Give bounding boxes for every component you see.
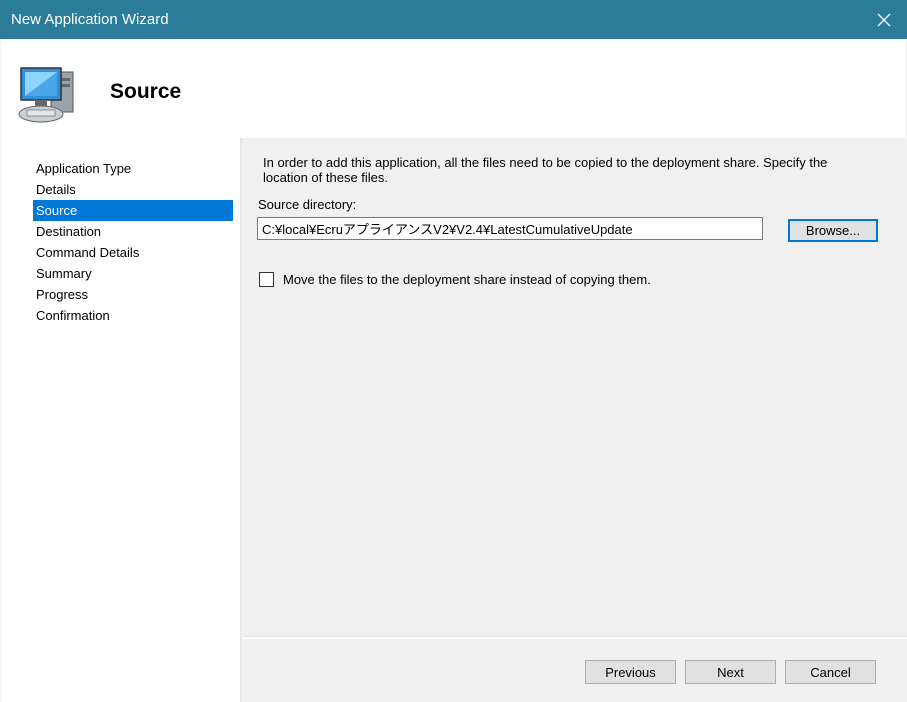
window-title: New Application Wizard [11,11,169,28]
instructions-text: In order to add this application, all th… [263,155,828,185]
sidebar-item-destination[interactable]: Destination [33,221,233,242]
close-button[interactable] [861,0,907,39]
sidebar-item-details[interactable]: Details [33,179,233,200]
sidebar-item-command-details[interactable]: Command Details [33,242,233,263]
move-files-option[interactable]: Move the files to the deployment share i… [259,272,651,287]
previous-button[interactable]: Previous [585,660,676,684]
sidebar-item-progress[interactable]: Progress [33,284,233,305]
wizard-header: Source [1,39,906,138]
move-files-label: Move the files to the deployment share i… [283,272,651,287]
wizard-content: In order to add this application, all th… [242,138,907,636]
source-directory-label: Source directory: [258,197,357,212]
source-directory-input[interactable] [257,217,763,240]
sidebar-item-application-type[interactable]: Application Type [33,158,233,179]
sidebar-item-summary[interactable]: Summary [33,263,233,284]
sidebar-item-confirmation[interactable]: Confirmation [33,305,233,326]
wizard-footer: Previous Next Cancel [242,639,907,702]
wizard-steps-sidebar: Application Type Details Source Destinat… [1,138,240,702]
next-button[interactable]: Next [685,660,776,684]
page-title: Source [110,80,182,103]
cancel-button[interactable]: Cancel [785,660,876,684]
move-files-checkbox[interactable] [259,272,274,287]
sidebar-item-source[interactable]: Source [33,200,233,221]
close-icon [877,13,891,26]
title-bar: New Application Wizard [0,0,907,39]
computer-icon [17,64,83,129]
browse-button[interactable]: Browse... [788,219,878,242]
